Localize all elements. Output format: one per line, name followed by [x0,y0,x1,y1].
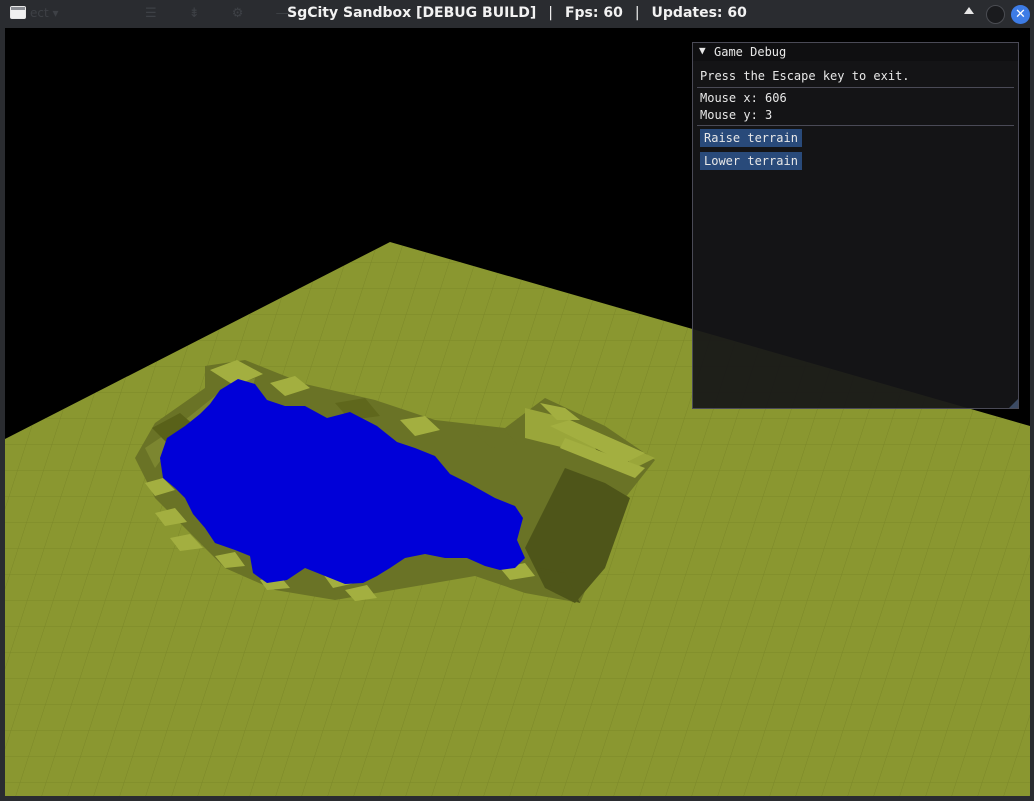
resize-grip[interactable] [1009,399,1018,408]
title-bar: ect ▾ ☰ ⇟ ⚙ — SgCity Sandbox [DEBUG BUIL… [0,0,1034,29]
title-separator: | [634,5,640,21]
panel-header[interactable]: ▼ Game Debug [693,43,1018,61]
title-separator: | [548,5,553,21]
app-title: SgCity Sandbox [DEBUG BUILD] [287,5,537,21]
collapse-triangle-icon[interactable]: ▼ [699,44,706,57]
mouse-x-readout: Mouse x: 606 [700,91,787,105]
minimize-button[interactable] [986,5,1005,24]
escape-hint: Press the Escape key to exit. [700,69,910,83]
panel-separator [697,87,1014,88]
chevron-up-icon [964,7,974,14]
updates-readout: Updates: 60 [651,5,747,21]
close-icon: ✕ [1015,7,1026,22]
lower-terrain-button[interactable]: Lower terrain [700,152,802,170]
raise-terrain-button[interactable]: Raise terrain [700,129,802,147]
window-frame-bottom [0,796,1034,801]
panel-title: Game Debug [714,45,787,59]
window-frame-right [1030,28,1034,796]
close-button[interactable]: ✕ [1011,5,1030,24]
fps-readout: Fps: 60 [564,5,623,21]
game-debug-panel: ▼ Game Debug Press the Escape key to exi… [692,42,1019,409]
mouse-y-readout: Mouse y: 3 [700,108,773,122]
panel-separator [697,125,1014,126]
window-title-text: SgCity Sandbox [DEBUG BUILD] | Fps: 60 | Upd… [0,5,1034,21]
